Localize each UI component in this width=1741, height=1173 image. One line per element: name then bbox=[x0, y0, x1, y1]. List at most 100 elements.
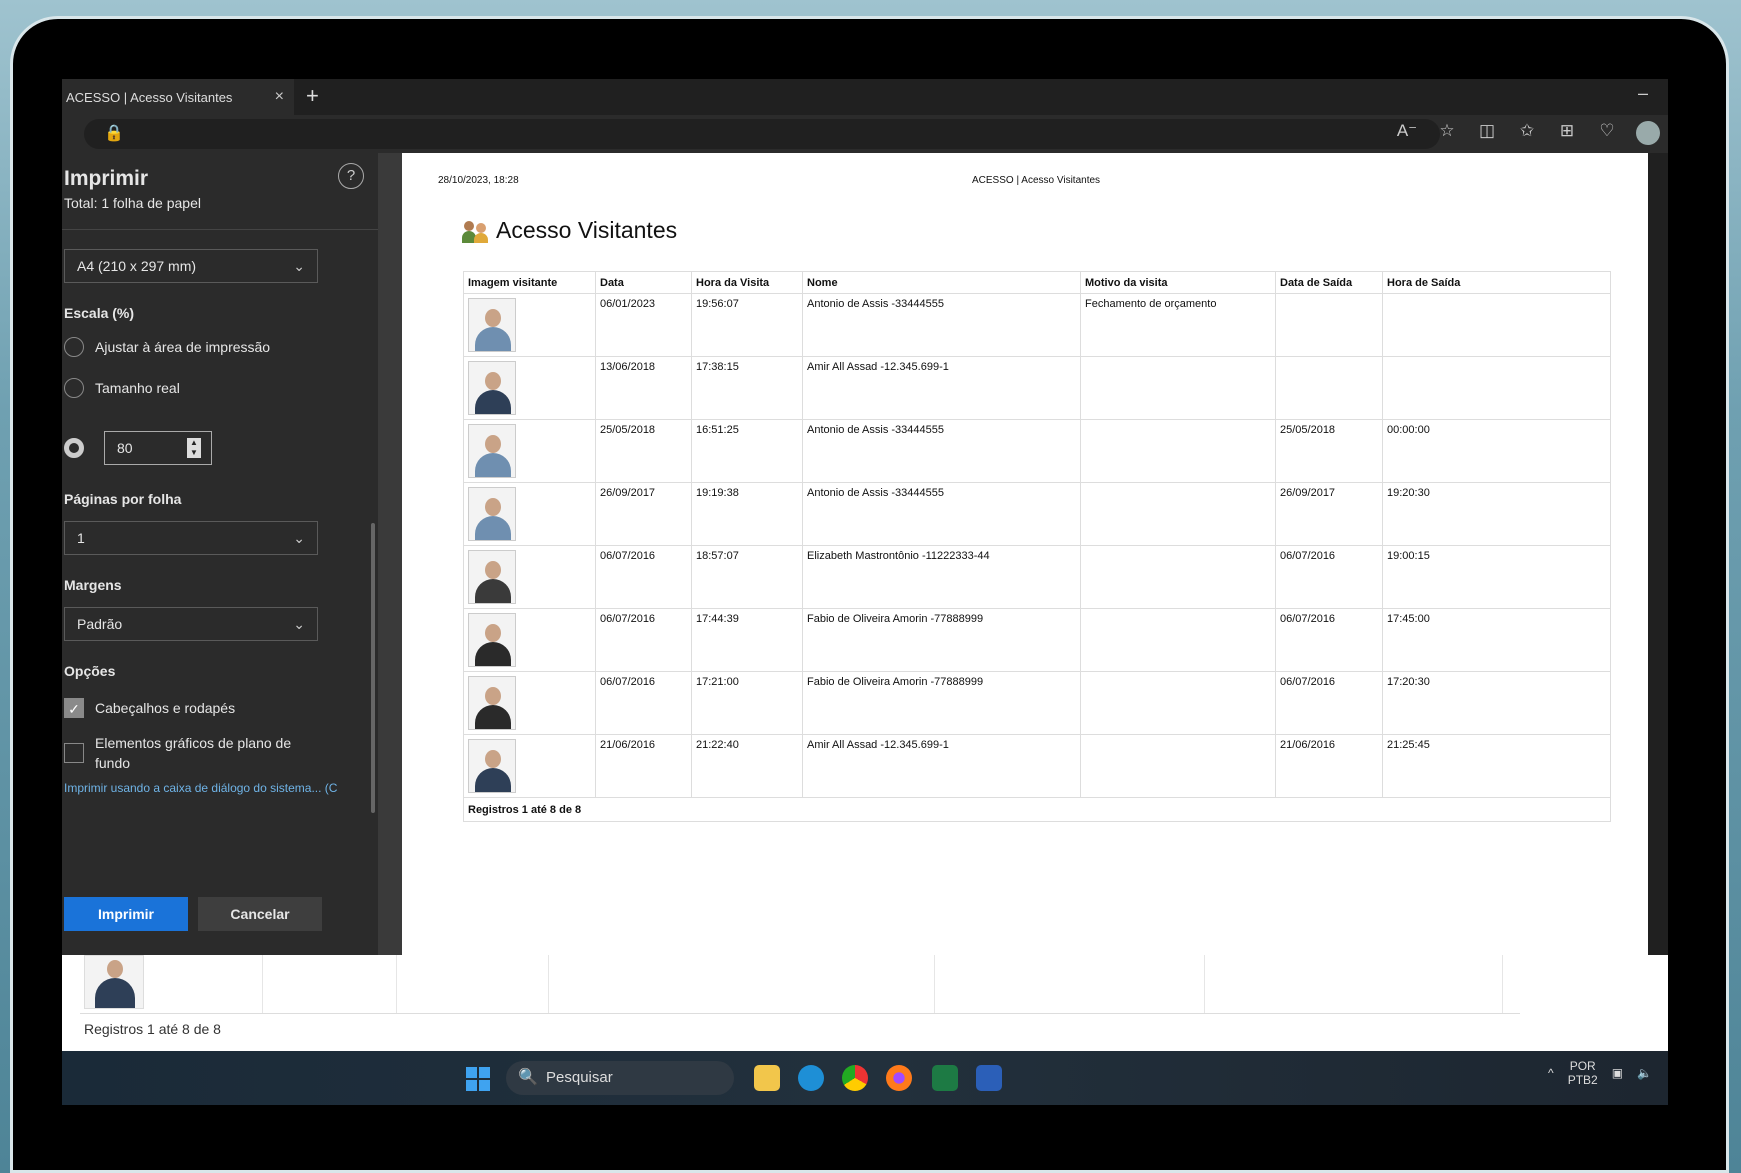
cell-date: 26/09/2017 bbox=[595, 482, 692, 546]
col-visit-time: Hora da Visita bbox=[691, 271, 803, 294]
cell-date: 06/07/2016 bbox=[595, 671, 692, 735]
records-count-behind: Registros 1 até 8 de 8 bbox=[84, 1021, 221, 1037]
print-date: 28/10/2023, 18:28 bbox=[438, 175, 519, 186]
cell-visit-time: 19:56:07 bbox=[691, 293, 803, 357]
visitor-avatar bbox=[468, 676, 516, 730]
radio-actual[interactable] bbox=[64, 378, 84, 398]
cell-exit-date: 21/06/2016 bbox=[1275, 734, 1383, 798]
lang-bottom: PTB2 bbox=[1567, 1073, 1598, 1087]
cell-image bbox=[463, 671, 596, 735]
cell-visit-time: 18:57:07 bbox=[691, 545, 803, 609]
cell-visit-time: 17:38:15 bbox=[691, 356, 803, 420]
address-bar: 🔒 A⁻ ☆ ◫ ✩ ⊞ ♡ bbox=[62, 115, 1668, 153]
cell-reason bbox=[1080, 734, 1276, 798]
minimize-button[interactable]: – bbox=[1638, 83, 1648, 104]
panel-gutter bbox=[378, 153, 402, 955]
cell-visit-time: 16:51:25 bbox=[691, 419, 803, 483]
scale-input[interactable]: 80 ▲ ▼ bbox=[104, 431, 212, 465]
col-exit-time: Hora de Saída bbox=[1382, 271, 1611, 294]
margins-select[interactable]: Padrão ⌄ bbox=[64, 607, 318, 641]
headers-footers-checkbox[interactable]: ✓ bbox=[64, 698, 84, 718]
visitors-table: Imagem visitante Data Hora da Visita Nom… bbox=[463, 271, 1611, 822]
search-placeholder: Pesquisar bbox=[546, 1069, 613, 1086]
background-graphics-option[interactable]: Elementos gráficos de plano de fundo bbox=[64, 733, 314, 773]
split-screen-icon[interactable]: ◫ bbox=[1476, 121, 1498, 150]
cell-visit-time: 17:44:39 bbox=[691, 608, 803, 672]
taskbar-search[interactable]: 🔍 Pesquisar bbox=[506, 1061, 734, 1095]
browser-tab[interactable]: ACESSO | Acesso Visitantes × bbox=[62, 79, 294, 115]
system-dialog-link[interactable]: Imprimir usando a caixa de diálogo do si… bbox=[64, 781, 374, 795]
cell-image bbox=[463, 482, 596, 546]
cancel-button[interactable]: Cancelar bbox=[198, 897, 322, 931]
cell-exit-time: 17:20:30 bbox=[1382, 671, 1611, 735]
print-button[interactable]: Imprimir bbox=[64, 897, 188, 931]
print-preview-page: 28/10/2023, 18:28 ACESSO | Acesso Visita… bbox=[402, 153, 1648, 955]
options-label: Opções bbox=[64, 663, 116, 679]
tab-bar: ACESSO | Acesso Visitantes × + – bbox=[62, 79, 1668, 115]
volume-icon[interactable]: 🔈 bbox=[1637, 1066, 1652, 1080]
windows-start-icon[interactable] bbox=[466, 1067, 490, 1091]
paper-size-select[interactable]: A4 (210 x 297 mm) ⌄ bbox=[64, 249, 318, 283]
col-name: Nome bbox=[802, 271, 1081, 294]
radio-fit[interactable] bbox=[64, 337, 84, 357]
pages-per-sheet-select[interactable]: 1 ⌄ bbox=[64, 521, 318, 555]
visitors-icon bbox=[462, 219, 490, 243]
scale-actual-option[interactable]: Tamanho real bbox=[64, 378, 180, 398]
cell-exit-time: 21:25:45 bbox=[1382, 734, 1611, 798]
scale-custom-option[interactable] bbox=[64, 438, 95, 458]
cell-visit-time: 21:22:40 bbox=[691, 734, 803, 798]
edge-icon[interactable] bbox=[798, 1065, 824, 1091]
spinner-icon[interactable]: ▲ ▼ bbox=[187, 438, 201, 458]
excel-icon[interactable] bbox=[932, 1065, 958, 1091]
word-icon[interactable] bbox=[976, 1065, 1002, 1091]
table-row: 06/07/2016 17:21:00 Fabio de Oliveira Amor… bbox=[463, 671, 1611, 735]
cell-name: Elizabeth Mastrontônio -11222333-44 bbox=[802, 545, 1081, 609]
cell-exit-date: 06/07/2016 bbox=[1275, 671, 1383, 735]
cell-exit-time: 19:00:15 bbox=[1382, 545, 1611, 609]
tray-arrow-icon[interactable]: ^ bbox=[1548, 1066, 1554, 1080]
taskbar: 🔍 Pesquisar ^ POR PTB2 ▣ 🔈 bbox=[62, 1051, 1668, 1105]
cell-reason bbox=[1080, 608, 1276, 672]
profile-icon[interactable] bbox=[1636, 121, 1660, 150]
cell-date: 25/05/2018 bbox=[595, 419, 692, 483]
cell-name: Amir All Assad -12.345.699-1 bbox=[802, 734, 1081, 798]
radio-custom[interactable] bbox=[64, 438, 84, 458]
headers-footers-option[interactable]: ✓ Cabeçalhos e rodapés bbox=[64, 698, 235, 718]
tab-close-icon[interactable]: × bbox=[275, 88, 284, 106]
cell-name: Amir All Assad -12.345.699-1 bbox=[802, 356, 1081, 420]
url-box[interactable] bbox=[84, 119, 1440, 149]
firefox-icon[interactable] bbox=[886, 1065, 912, 1091]
read-aloud-icon[interactable]: A⁻ bbox=[1396, 121, 1418, 150]
visitor-avatar bbox=[468, 298, 516, 352]
scale-fit-option[interactable]: Ajustar à área de impressão bbox=[64, 337, 270, 357]
pages-per-sheet-label: Páginas por folha bbox=[64, 491, 182, 507]
chrome-icon[interactable] bbox=[842, 1065, 868, 1091]
collections-icon[interactable]: ⊞ bbox=[1556, 121, 1578, 150]
visitor-avatar bbox=[84, 955, 144, 1009]
cell-exit-date bbox=[1275, 293, 1383, 357]
table-row: 06/07/2016 17:44:39 Fabio de Oliveira Amor… bbox=[463, 608, 1611, 672]
help-icon[interactable]: ? bbox=[338, 163, 364, 189]
performance-icon[interactable]: ♡ bbox=[1596, 121, 1618, 150]
file-explorer-icon[interactable] bbox=[754, 1065, 780, 1091]
col-reason: Motivo da visita bbox=[1080, 271, 1276, 294]
print-header: ACESSO | Acesso Visitantes bbox=[972, 175, 1101, 186]
table-row: 06/01/2023 19:56:07 Antonio de Assis -3344… bbox=[463, 293, 1611, 357]
new-tab-button[interactable]: + bbox=[306, 83, 319, 109]
language-indicator[interactable]: POR PTB2 bbox=[1568, 1059, 1598, 1087]
network-icon[interactable]: ▣ bbox=[1612, 1066, 1623, 1080]
background-graphics-checkbox[interactable] bbox=[64, 743, 84, 763]
favorite-star-icon[interactable]: ☆ bbox=[1436, 121, 1458, 150]
cell-image bbox=[463, 419, 596, 483]
cell-reason bbox=[1080, 482, 1276, 546]
lock-icon[interactable]: 🔒 bbox=[104, 123, 124, 143]
col-exit-date: Data de Saída bbox=[1275, 271, 1383, 294]
cell-reason bbox=[1080, 545, 1276, 609]
scale-actual-label: Tamanho real bbox=[95, 380, 180, 396]
pages-per-sheet-value: 1 bbox=[77, 530, 85, 546]
background-graphics-label: Elementos gráficos de plano de fundo bbox=[95, 735, 292, 771]
system-tray: ^ POR PTB2 ▣ 🔈 bbox=[1548, 1059, 1652, 1087]
favorites-icon[interactable]: ✩ bbox=[1516, 121, 1538, 150]
cell-date: 06/01/2023 bbox=[595, 293, 692, 357]
panel-scrollbar[interactable] bbox=[371, 523, 375, 813]
